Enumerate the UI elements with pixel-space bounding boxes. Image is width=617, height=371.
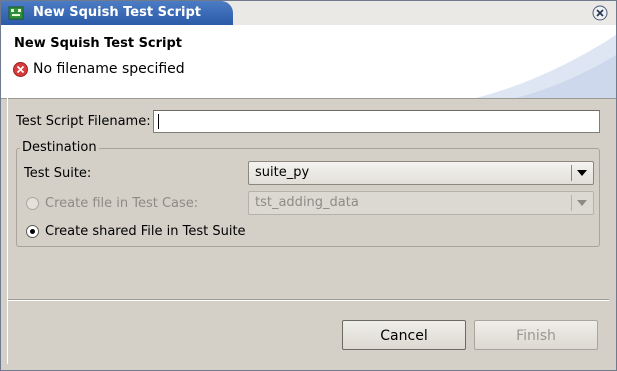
test-case-value: tst_adding_data (255, 195, 359, 210)
error-message: No filename specified (33, 61, 185, 77)
chevron-down-icon[interactable] (577, 170, 587, 176)
shared-file-radio[interactable] (26, 225, 39, 238)
filename-label: Test Script Filename: (16, 114, 151, 129)
squish-icon (8, 6, 24, 20)
test-case-select[interactable]: tst_adding_data (248, 191, 594, 215)
combo-separator (571, 195, 572, 211)
destination-group-label: Destination (20, 140, 99, 155)
error-icon (13, 62, 28, 77)
button-bar-separator (8, 299, 609, 301)
test-suite-select[interactable]: suite_py (248, 161, 594, 185)
finish-button[interactable]: Finish (474, 320, 598, 350)
header-banner-graphic (476, 35, 616, 98)
test-suite-value: suite_py (255, 165, 310, 180)
filename-input[interactable] (153, 110, 600, 133)
page-title: New Squish Test Script (14, 36, 183, 51)
test-case-radio-label: Create file in Test Case: (45, 196, 199, 211)
chevron-down-icon[interactable] (577, 200, 587, 206)
cancel-button[interactable]: Cancel (342, 320, 466, 350)
shared-file-radio-label: Create shared File in Test Suite (45, 224, 246, 239)
title-bar[interactable]: New Squish Test Script (1, 1, 616, 25)
test-case-radio[interactable] (26, 197, 39, 210)
radio-selected-dot (30, 229, 35, 234)
close-icon[interactable] (592, 5, 608, 21)
test-suite-label: Test Suite: (24, 166, 92, 181)
wizard-header: New Squish Test Script No filename speci… (1, 25, 616, 99)
title-tab: New Squish Test Script (1, 1, 233, 25)
window-title: New Squish Test Script (33, 5, 202, 20)
dialog-window: New Squish Test Script New Squish Test S… (0, 0, 617, 371)
content-edge (7, 98, 8, 364)
text-caret (158, 114, 159, 129)
combo-separator (571, 165, 572, 181)
